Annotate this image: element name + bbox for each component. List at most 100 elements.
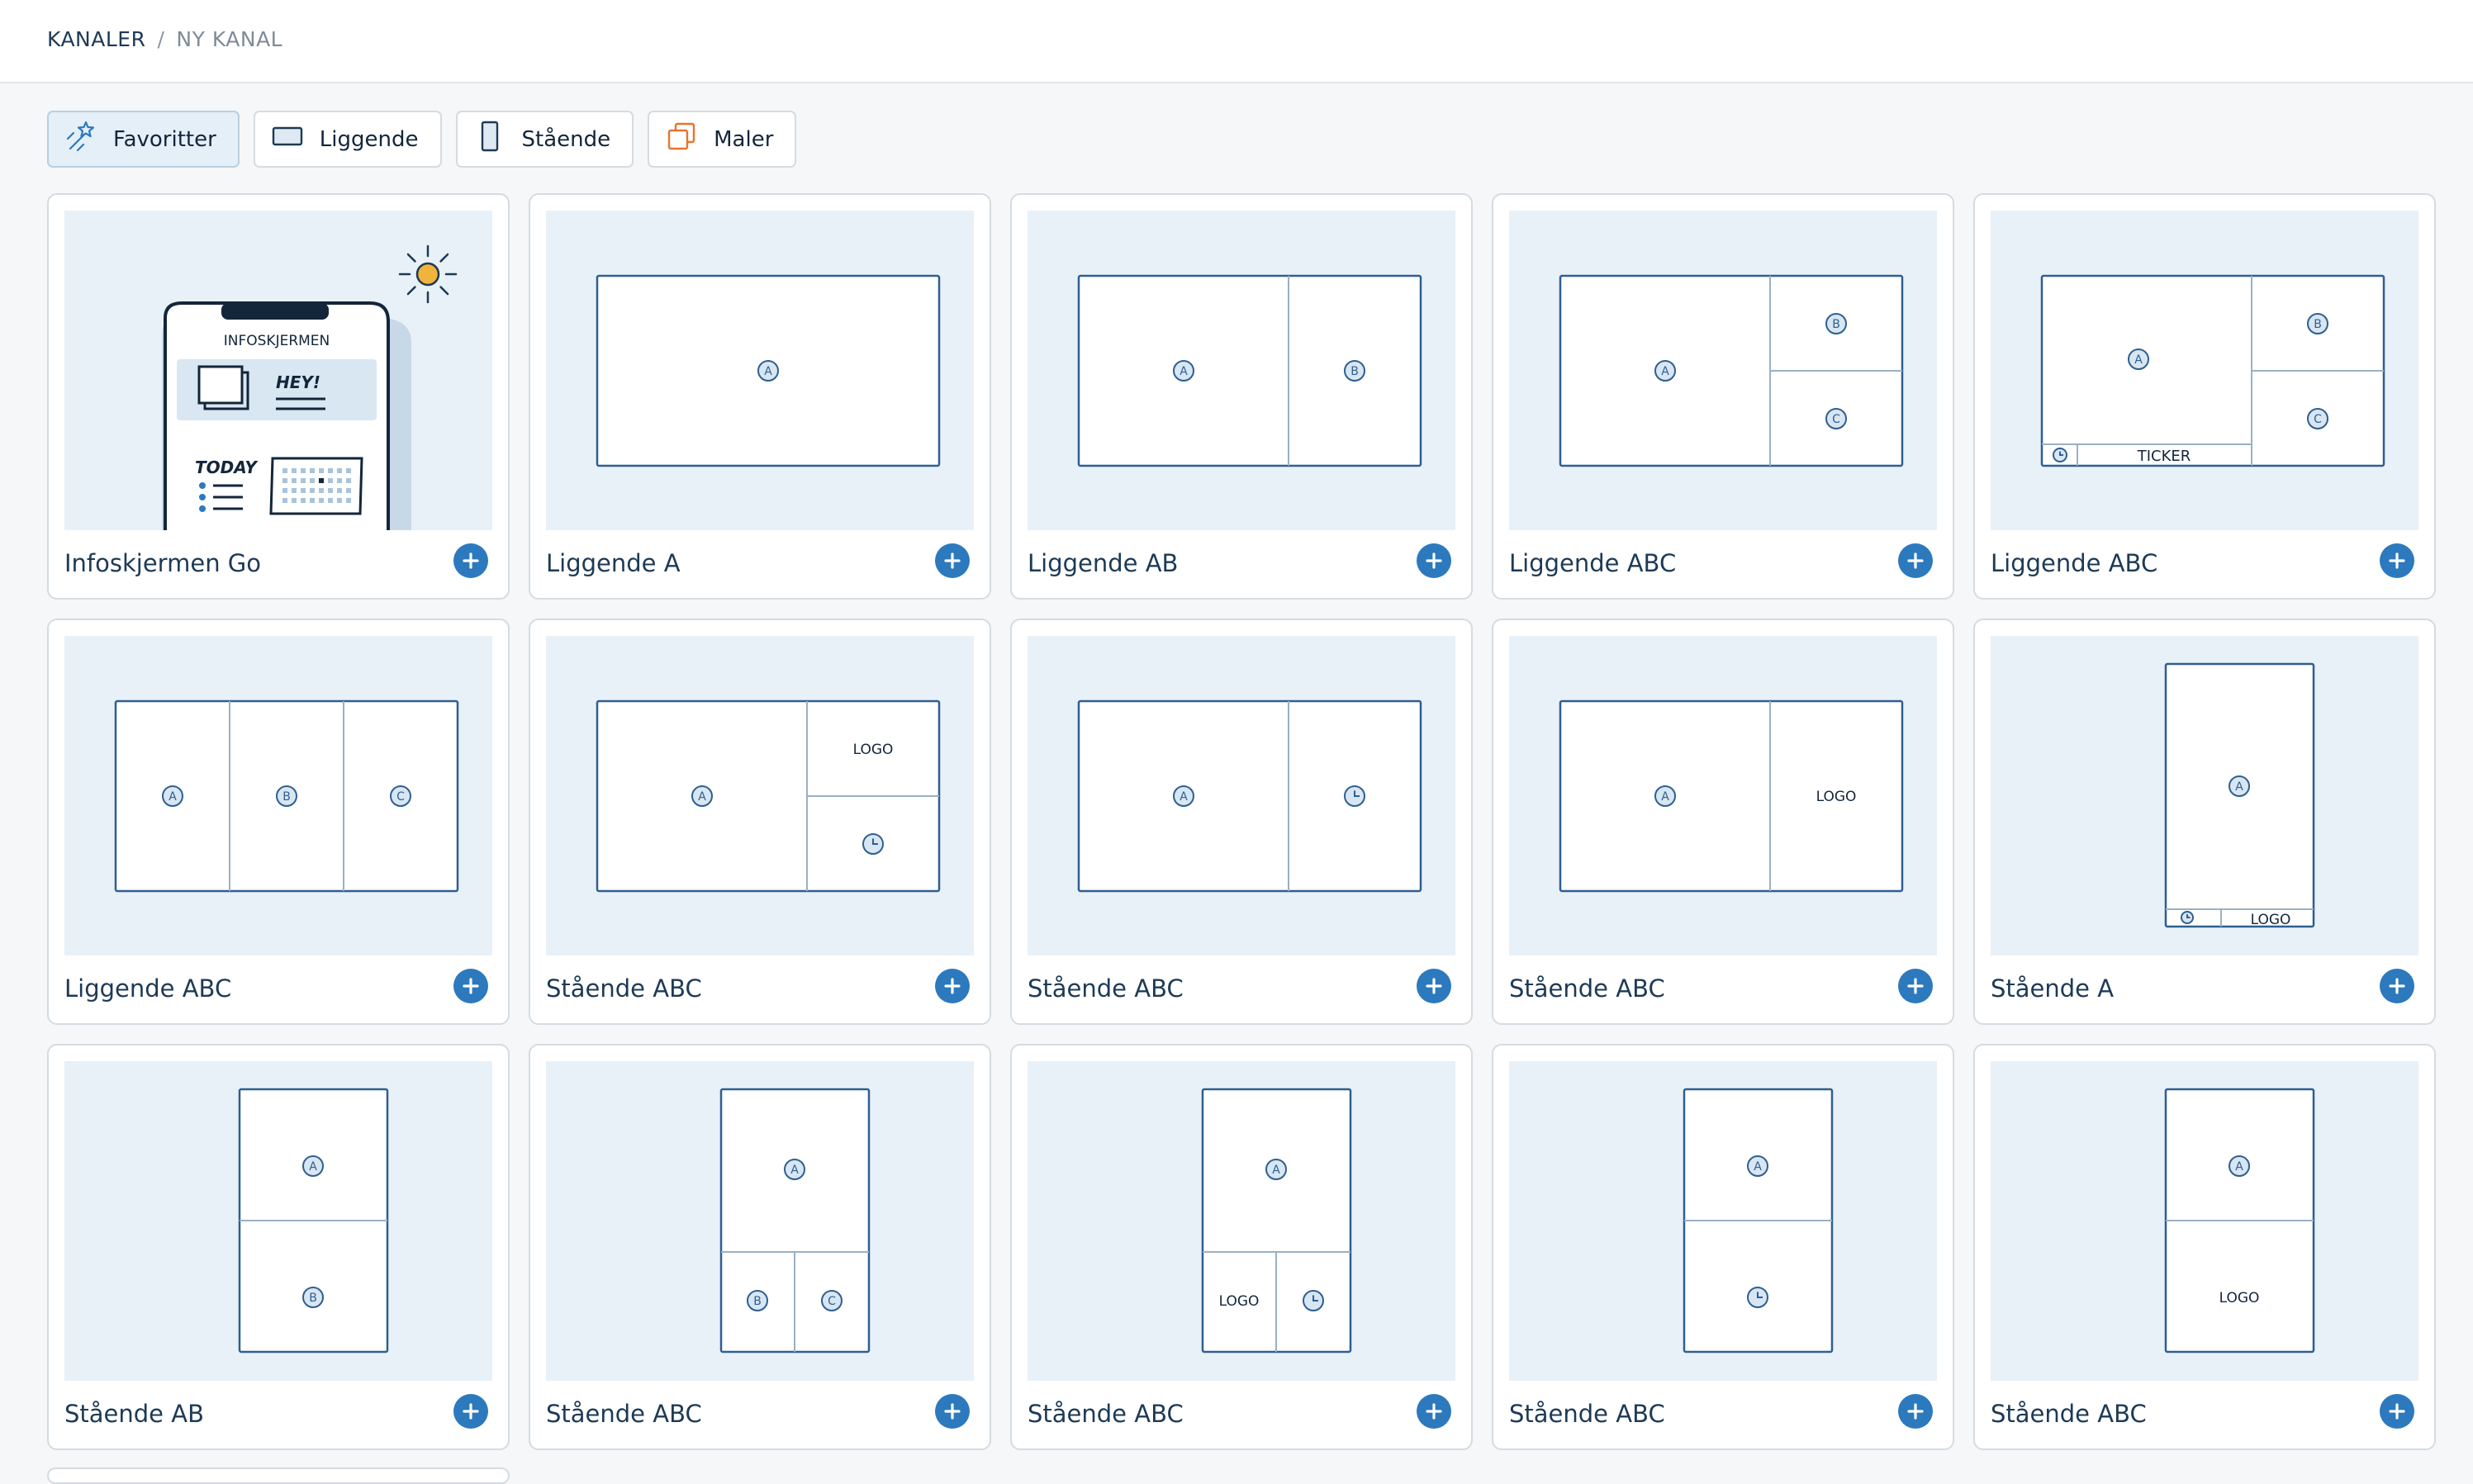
card-label: Liggende ABC	[1991, 549, 2158, 577]
plus-icon	[1426, 1403, 1442, 1420]
logo-label: LOGO	[2219, 1290, 2260, 1306]
add-button[interactable]	[935, 543, 970, 578]
template-grid: INFOSKJERMEN HEY! TODAY Infoskjermen Go A …	[47, 193, 2436, 1450]
add-button[interactable]	[2380, 543, 2414, 578]
ticker-label: TICKER	[2137, 448, 2191, 465]
template-card[interactable]: A LOGO Stående ABC	[529, 619, 991, 1025]
zone-a-badge: A	[757, 360, 779, 382]
category-tabs: Favoritter Liggende Stående Maler	[47, 111, 797, 168]
tab-label: Stående	[521, 126, 611, 152]
layout-preview: INFOSKJERMEN HEY! TODAY	[64, 211, 492, 530]
svg-text:A: A	[1180, 790, 1188, 804]
template-card[interactable]: A B C Liggende ABC	[1492, 193, 1954, 600]
card-label: Stående ABC	[1991, 1400, 2147, 1428]
template-card[interactable]: A Liggende A	[529, 193, 991, 600]
card-label: Liggende ABC	[64, 974, 232, 1003]
bubble-text: HEY!	[276, 372, 320, 392]
card-label: Stående ABC	[1028, 974, 1184, 1003]
add-button[interactable]	[1898, 1394, 1933, 1429]
svg-text:C: C	[828, 1295, 836, 1308]
layout-preview: A B C	[64, 636, 492, 955]
layout-preview: A	[546, 211, 974, 530]
template-card[interactable]: A B C Stående ABC	[529, 1044, 991, 1450]
portrait-screen-icon	[472, 119, 507, 159]
zone-b-badge: B	[302, 1287, 324, 1308]
clock-icon	[1303, 1290, 1324, 1311]
zone-a-badge: A	[2229, 775, 2250, 797]
zone-b-badge: B	[747, 1290, 768, 1311]
zone-a-badge: A	[784, 1159, 805, 1180]
tab-favoritter[interactable]: Favoritter	[47, 111, 240, 168]
add-button[interactable]	[2380, 969, 2414, 1003]
add-button[interactable]	[1898, 543, 1933, 578]
tab-label: Maler	[714, 126, 774, 152]
add-button[interactable]	[1898, 969, 1933, 1003]
add-button[interactable]	[1417, 969, 1451, 1003]
template-card[interactable]: A LOGO Stående ABC	[1973, 1044, 2436, 1450]
card-label: Stående ABC	[1028, 1400, 1184, 1428]
plus-icon	[1426, 552, 1442, 569]
template-card[interactable]: AB Liggende AB	[1010, 193, 1473, 600]
breadcrumb-separator: /	[157, 27, 165, 51]
svg-text:C: C	[1832, 413, 1840, 426]
svg-text:A: A	[309, 1160, 317, 1173]
plus-icon	[2389, 1403, 2405, 1420]
templates-copy-icon	[664, 119, 699, 159]
template-card[interactable]: A Stående ABC	[1492, 1044, 1954, 1450]
template-card[interactable]: A LOGO Stående ABC	[1010, 1044, 1473, 1450]
add-button[interactable]	[935, 969, 970, 1003]
tab-liggende[interactable]: Liggende	[253, 111, 442, 168]
svg-text:A: A	[2235, 1160, 2243, 1173]
add-button[interactable]	[453, 969, 488, 1003]
svg-text:A: A	[1661, 790, 1669, 804]
template-card[interactable]: AB Stående AB	[47, 1044, 510, 1450]
layout-preview: A B C	[1509, 211, 1937, 530]
plus-icon	[463, 1403, 479, 1420]
template-card[interactable]: A Stående ABC	[1010, 619, 1473, 1025]
template-card[interactable]: INFOSKJERMEN HEY! TODAY Infoskjermen Go	[47, 193, 510, 600]
card-label: Liggende A	[546, 549, 681, 577]
template-card[interactable]: A LOGO Stående ABC	[1492, 619, 1954, 1025]
today-text: TODAY	[195, 458, 259, 477]
layout-preview: A B C TICKER	[1991, 211, 2418, 530]
plus-icon	[463, 978, 479, 994]
plus-icon	[2389, 978, 2405, 994]
phone-illustration: INFOSKJERMEN HEY! TODAY	[162, 301, 411, 530]
plus-icon	[1907, 978, 1924, 994]
zone-a-badge: A	[1654, 785, 1676, 807]
zone-a-badge: A	[2229, 1155, 2250, 1177]
plus-icon	[944, 978, 961, 994]
zone-a-badge: A	[1265, 1159, 1287, 1180]
zone-a-badge: A	[691, 785, 713, 807]
svg-text:A: A	[764, 365, 772, 378]
next-row-card-edge	[47, 1467, 510, 1484]
add-button[interactable]	[935, 1394, 970, 1429]
template-card[interactable]: A LOGO Stående A	[1973, 619, 2436, 1025]
add-button[interactable]	[2380, 1394, 2414, 1429]
template-card[interactable]: A B C TICKER Liggende ABC	[1973, 193, 2436, 600]
tab-maler[interactable]: Maler	[648, 111, 797, 168]
svg-text:B: B	[1350, 365, 1359, 378]
phone-title: INFOSKJERMEN	[224, 333, 330, 349]
logo-label: LOGO	[1816, 789, 1857, 805]
zone-a-badge: A	[162, 785, 183, 807]
card-label: Liggende ABC	[1509, 549, 1677, 577]
tab-staende[interactable]: Stående	[455, 111, 634, 168]
logo-label: LOGO	[2251, 912, 2291, 928]
layout-preview: AB	[1028, 211, 1455, 530]
add-button[interactable]	[1417, 543, 1451, 578]
add-button[interactable]	[1417, 1394, 1451, 1429]
tab-label: Liggende	[319, 126, 419, 152]
zone-c-badge: C	[2307, 408, 2328, 429]
zone-a-badge: A	[1173, 360, 1194, 382]
zone-b-badge: B	[2307, 313, 2328, 334]
zone-a-badge: A	[1654, 360, 1676, 382]
breadcrumb-root-link[interactable]: KANALER	[47, 27, 145, 51]
layout-preview: A LOGO	[546, 636, 974, 955]
template-card[interactable]: A B C Liggende ABC	[47, 619, 510, 1025]
zone-b-badge: B	[276, 785, 297, 807]
add-button[interactable]	[453, 543, 488, 578]
svg-text:C: C	[396, 790, 405, 804]
svg-text:A: A	[169, 790, 177, 804]
add-button[interactable]	[453, 1394, 488, 1429]
